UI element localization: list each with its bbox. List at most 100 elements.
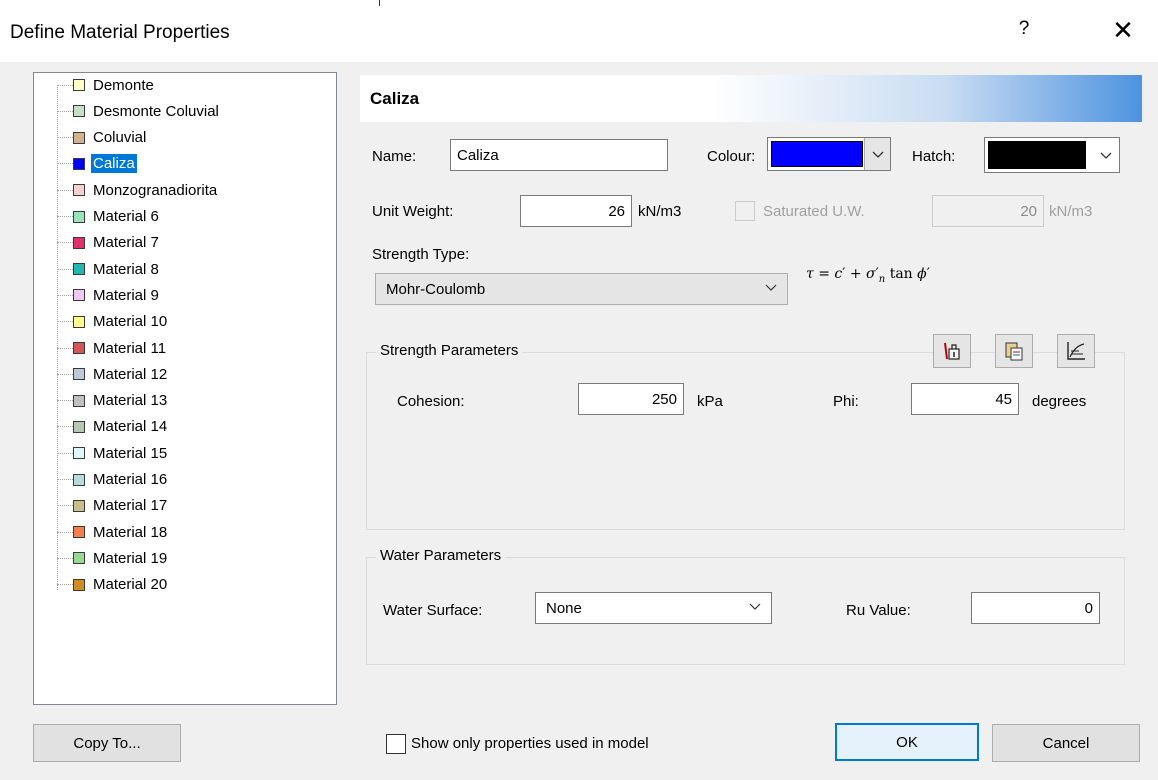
cancel-button[interactable]: Cancel: [992, 724, 1140, 762]
material-tree[interactable]: Demonte Desmonte Coluvial Coluvial Caliza Mo…: [33, 72, 337, 705]
graph-strength-button[interactable]: [1057, 334, 1095, 368]
name-field[interactable]: Caliza: [450, 139, 668, 171]
phi-label: Phi:: [833, 393, 859, 410]
hatch-picker[interactable]: [984, 137, 1120, 173]
tree-item-label: Demonte: [93, 76, 154, 94]
material-header-title: Caliza: [370, 89, 420, 108]
material-color-swatch: [73, 552, 85, 565]
tree-item-material[interactable]: Material 9: [57, 282, 161, 308]
tree-item-label: Material 11: [93, 339, 167, 357]
show-only-checkbox[interactable]: [386, 734, 406, 754]
phi-unit: degrees: [1032, 393, 1087, 410]
tree-item-material[interactable]: Material 19: [57, 545, 169, 571]
tree-item-material[interactable]: Caliza: [57, 151, 137, 177]
unit-weight-field[interactable]: 26: [520, 195, 632, 227]
tree-item-material[interactable]: Material 6: [57, 204, 161, 230]
tree-item-label: Material 18: [93, 523, 168, 541]
name-label: Name:: [372, 148, 417, 165]
copy-to-button[interactable]: Copy To...: [33, 724, 181, 762]
cursor-marker: [379, 0, 388, 6]
material-color-swatch: [73, 105, 85, 118]
paste-strength-button[interactable]: [995, 334, 1033, 368]
strength-type-value: Mohr-Coulomb: [386, 280, 486, 298]
material-color-swatch: [73, 578, 85, 591]
tree-branch-line: [57, 110, 73, 112]
material-color-swatch: [73, 447, 85, 460]
tree-item-label: Material 13: [93, 392, 168, 410]
tree-item-material[interactable]: Material 12: [57, 361, 169, 387]
tree-branch-line: [57, 242, 73, 244]
material-header: Caliza: [360, 75, 1142, 122]
material-color-swatch: [73, 210, 85, 223]
unit-weight-unit: kN/m3: [638, 203, 682, 220]
tree-item-material[interactable]: Coluvial: [57, 125, 148, 151]
strength-type-select[interactable]: Mohr-Coulomb: [375, 273, 788, 305]
dialog-body: Demonte Desmonte Coluvial Coluvial Caliza Mo…: [0, 62, 1158, 780]
tree-branch-line: [57, 216, 73, 217]
saturated-uw-field[interactable]: 20: [932, 195, 1044, 227]
material-color-swatch: [73, 499, 85, 512]
tree-branch-line: [57, 137, 73, 139]
tree-item-material[interactable]: Material 8: [57, 256, 161, 282]
material-color-swatch: [73, 315, 85, 328]
tree-item-material[interactable]: Desmonte Coluvial: [57, 98, 221, 124]
ru-value-field[interactable]: 0: [971, 592, 1100, 624]
water-surface-value: None: [546, 599, 582, 617]
phi-field[interactable]: 45: [911, 383, 1019, 415]
colour-dropdown-button[interactable]: [864, 138, 890, 170]
tree-item-material[interactable]: Material 15: [57, 440, 169, 466]
tree-item-label: Material 17: [93, 497, 168, 515]
tree-item-label: Material 19: [93, 549, 168, 567]
graph-icon: [1067, 342, 1085, 360]
tree-branch-line: [57, 400, 73, 402]
tree-item-label: Material 6: [93, 208, 159, 225]
title-bar: Define Material Properties ? ✕: [0, 0, 1158, 62]
tree-item-material[interactable]: Demonte: [57, 72, 156, 98]
cohesion-label: Cohesion:: [397, 393, 465, 410]
tree-item-material[interactable]: Material 16: [57, 467, 169, 493]
tree-item-label: Material 7: [93, 234, 159, 252]
tree-item-material[interactable]: Material 11: [57, 335, 168, 361]
chevron-down-icon: [1100, 152, 1112, 159]
tree-item-label: Material 20: [93, 576, 168, 594]
material-color-swatch: [73, 473, 85, 486]
material-color-swatch: [73, 263, 85, 276]
tree-branch-line: [57, 294, 73, 296]
hatch-swatch: [988, 141, 1086, 169]
saturated-uw-checkbox[interactable]: [735, 201, 755, 221]
close-button[interactable]: ✕: [1105, 15, 1141, 46]
tree-item-label: Material 9: [93, 286, 159, 304]
water-parameters-title: Water Parameters: [376, 547, 506, 564]
material-color-swatch: [73, 526, 85, 539]
tree-branch-line: [57, 557, 73, 559]
tree-branch-line: [57, 84, 73, 86]
tree-branch-line: [57, 268, 73, 270]
tree-item-material[interactable]: Material 17: [57, 493, 169, 519]
colour-swatch: [771, 141, 863, 167]
water-surface-select[interactable]: None: [535, 592, 772, 624]
load-icon: [944, 342, 960, 360]
ru-value-label: Ru Value:: [846, 602, 911, 619]
tree-branch-line: [57, 189, 73, 191]
ok-button[interactable]: OK: [835, 723, 979, 761]
tree-item-material[interactable]: Material 10: [57, 309, 169, 335]
tree-item-material[interactable]: Material 7: [57, 230, 161, 256]
material-color-swatch: [73, 131, 85, 144]
tree-item-material[interactable]: Material 18: [57, 519, 169, 545]
colour-picker[interactable]: [767, 137, 891, 171]
tree-branch-line: [57, 584, 73, 586]
cohesion-field[interactable]: 250: [578, 383, 684, 415]
material-color-swatch: [73, 157, 85, 170]
chevron-down-icon: [749, 603, 761, 610]
hatch-label: Hatch:: [912, 148, 956, 165]
help-button[interactable]: ?: [1010, 18, 1038, 40]
tree-item-material[interactable]: Material 20: [57, 572, 169, 598]
tree-item-material[interactable]: Monzogranadiorita: [57, 177, 219, 203]
material-color-swatch: [73, 184, 85, 197]
strength-type-label: Strength Type:: [372, 246, 470, 263]
load-strength-button[interactable]: [933, 334, 971, 368]
tree-item-material[interactable]: Material 13: [57, 388, 169, 414]
tree-branch-line: [57, 321, 73, 323]
tree-item-material[interactable]: Material 14: [57, 414, 169, 440]
material-color-swatch: [73, 236, 85, 249]
